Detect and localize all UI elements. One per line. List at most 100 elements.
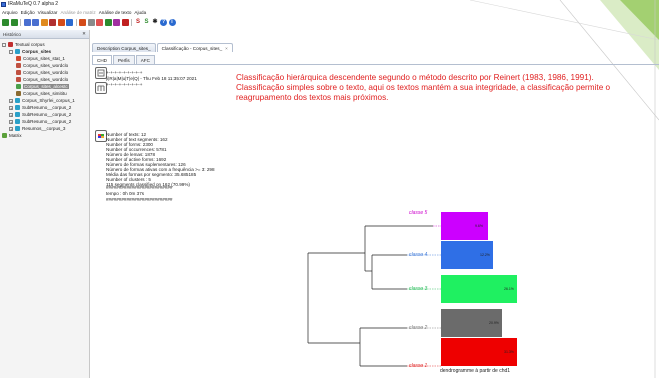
tree-node-label: Corpus_sites_wordclo [23, 63, 69, 68]
log-separator-1: ########################## [106, 185, 173, 190]
corpus-icon [15, 49, 20, 54]
class-percentage: 31.3% [504, 350, 514, 354]
specificities-icon[interactable] [57, 18, 65, 26]
tree-node[interactable]: + SubResumo__corpus_2 [0, 118, 89, 125]
tree-node-label: Textual corpus [15, 42, 45, 47]
class-percentage: 9.6% [475, 224, 483, 228]
tree-node[interactable]: Corpus_sites_stat_1 [0, 55, 89, 62]
panel-close-icon[interactable]: ✕ [82, 31, 86, 37]
menu-item-0[interactable]: Arquivo [2, 10, 18, 15]
help-icon[interactable]: ? [160, 18, 167, 26]
expand-icon[interactable]: + [9, 105, 13, 110]
corpus-icon [15, 98, 20, 103]
tree-node[interactable]: Matrix [0, 132, 89, 139]
log-header-line-3: +-+-+-+-+-+-+-+-+ [106, 82, 143, 87]
corpus-icon [15, 126, 20, 131]
expand-icon[interactable]: + [9, 126, 13, 131]
description-line-1: Classificação hierárquica descendente se… [236, 73, 594, 82]
tab-close-icon[interactable]: × [225, 46, 228, 51]
menu-item-2[interactable]: Visualizar [38, 10, 58, 15]
history-panel: Histórico ✕ - Textual corpus - Corpus_sites… [0, 30, 90, 378]
result-subtabs: CHD Perfis AFC [92, 55, 155, 64]
table-icon[interactable] [32, 18, 39, 26]
corpus-icon [15, 112, 20, 117]
root-icon [8, 42, 13, 47]
menu-item-5[interactable]: Ajuda [134, 10, 146, 15]
log-header-line-1: +-+-+-+-+-+-+-+-+ [106, 70, 143, 75]
collapse-icon[interactable]: - [2, 42, 6, 47]
class-label: classe 5 [409, 210, 428, 216]
tab-label: Classificação - Corpus_sites_ [161, 45, 223, 51]
tree-node[interactable]: Corpus_sites_wordclo [0, 76, 89, 83]
expand-icon[interactable]: + [9, 119, 13, 124]
tree-node[interactable]: - Corpus_sites [0, 48, 89, 55]
toolbar-separator [75, 18, 77, 26]
tree-node[interactable]: - Textual corpus [0, 41, 89, 48]
menu-item-3[interactable]: Análise de matriz [60, 10, 95, 15]
menu-item-1[interactable]: Edição [21, 10, 35, 15]
s-icon-2[interactable]: S [143, 19, 150, 26]
tree-node[interactable]: Corpus_sites_alcestc [0, 83, 89, 90]
menu-bar: Arquivo Edição Visualizar Análise de matriz… [0, 8, 146, 16]
corpus-tree: - Textual corpus - Corpus_sites Corpus_sites… [0, 39, 89, 139]
subtab-chd[interactable]: CHD [92, 55, 112, 64]
wordcloud-icon [16, 63, 21, 68]
class-label: classe 2 [409, 325, 428, 331]
tree-node-label: Corpus_sites_wordclo [23, 77, 69, 82]
history-panel-title: Histórico [3, 31, 21, 37]
tree-node[interactable]: + Resumos__corpus_3 [0, 125, 89, 132]
history-panel-header: Histórico ✕ [0, 30, 89, 39]
open-corpus-icon[interactable] [2, 18, 9, 26]
tree-node[interactable]: + SubResumo__corpus_2 [0, 111, 89, 118]
star-icon[interactable]: ✱ [152, 19, 159, 26]
tree-node-label: Corpus_Shyrlei_corpus_1 [22, 98, 75, 103]
labbe-icon[interactable] [121, 18, 129, 26]
log-separator-2: ########################## [106, 197, 173, 202]
tree-node-label: SubResumo__corpus_2 [22, 119, 72, 124]
open-matrix-icon[interactable] [10, 18, 18, 26]
expand-icon[interactable]: + [9, 112, 13, 117]
analysis-tabs: Description Corpus_sites_ Classificação -… [92, 43, 233, 52]
corpus-icon [15, 105, 20, 110]
tree-node[interactable]: Corpus_sites_wordclo [0, 69, 89, 76]
class-label: classe 1 [409, 363, 428, 369]
tree-node[interactable]: + Corpus_Shyrlei_corpus_1 [0, 97, 89, 104]
class-percentage: 26.1% [504, 287, 514, 291]
prototype-icon[interactable] [113, 18, 120, 26]
tree-node[interactable]: Corpus_sites_simititu [0, 90, 89, 97]
menu-item-4[interactable]: Análise de texto [99, 10, 132, 15]
class-label: classe 4 [409, 252, 428, 258]
expand-icon[interactable]: + [9, 98, 13, 103]
window-title: IRaMuTeQ 0.7 alpha 2 [8, 1, 59, 7]
tab-0[interactable]: Description Corpus_sites_ [92, 43, 156, 52]
tab-1[interactable]: Classificação - Corpus_sites_ × [156, 43, 233, 52]
description-line-3: reagrupamento dos textos mais próximos. [236, 93, 389, 102]
dendrogram-caption: dendrogramme à partir de chd1 [440, 368, 511, 374]
stat-icon [16, 56, 21, 61]
class-percentage: 20.9% [489, 321, 499, 325]
tree-node[interactable]: Corpus_sites_wordclo [0, 62, 89, 69]
text-icon[interactable] [23, 18, 31, 26]
app-icon [1, 1, 6, 7]
settings-icon[interactable] [40, 18, 48, 26]
collapse-icon[interactable]: - [9, 49, 13, 54]
wordcloud-icon[interactable] [96, 18, 103, 26]
chd-icon[interactable] [66, 18, 73, 26]
similitude-icon [16, 91, 21, 96]
subtab-perfis[interactable]: Perfis [112, 55, 135, 64]
tree-node-label: Corpus_sites [22, 49, 52, 54]
info-icon[interactable]: i [168, 18, 176, 26]
matrix-icon[interactable] [87, 18, 95, 26]
s-icon-1[interactable]: S [135, 19, 142, 26]
subtab-afc[interactable]: AFC [135, 55, 155, 64]
tree-node[interactable]: + SubResumo__corpus_2 [0, 104, 89, 111]
similitude-icon[interactable] [104, 18, 112, 26]
stats-icon[interactable] [49, 18, 56, 26]
chd-icon [16, 84, 21, 89]
tree-node-label: Matrix [9, 133, 22, 138]
tree-node-label: Resumos__corpus_3 [22, 126, 66, 131]
description-line-2: Classificação simples sobre o texto, aqu… [236, 83, 611, 92]
home-icon[interactable] [79, 18, 86, 26]
corpus-icon [15, 119, 20, 124]
toolbar: S S ✱? i [0, 17, 176, 27]
